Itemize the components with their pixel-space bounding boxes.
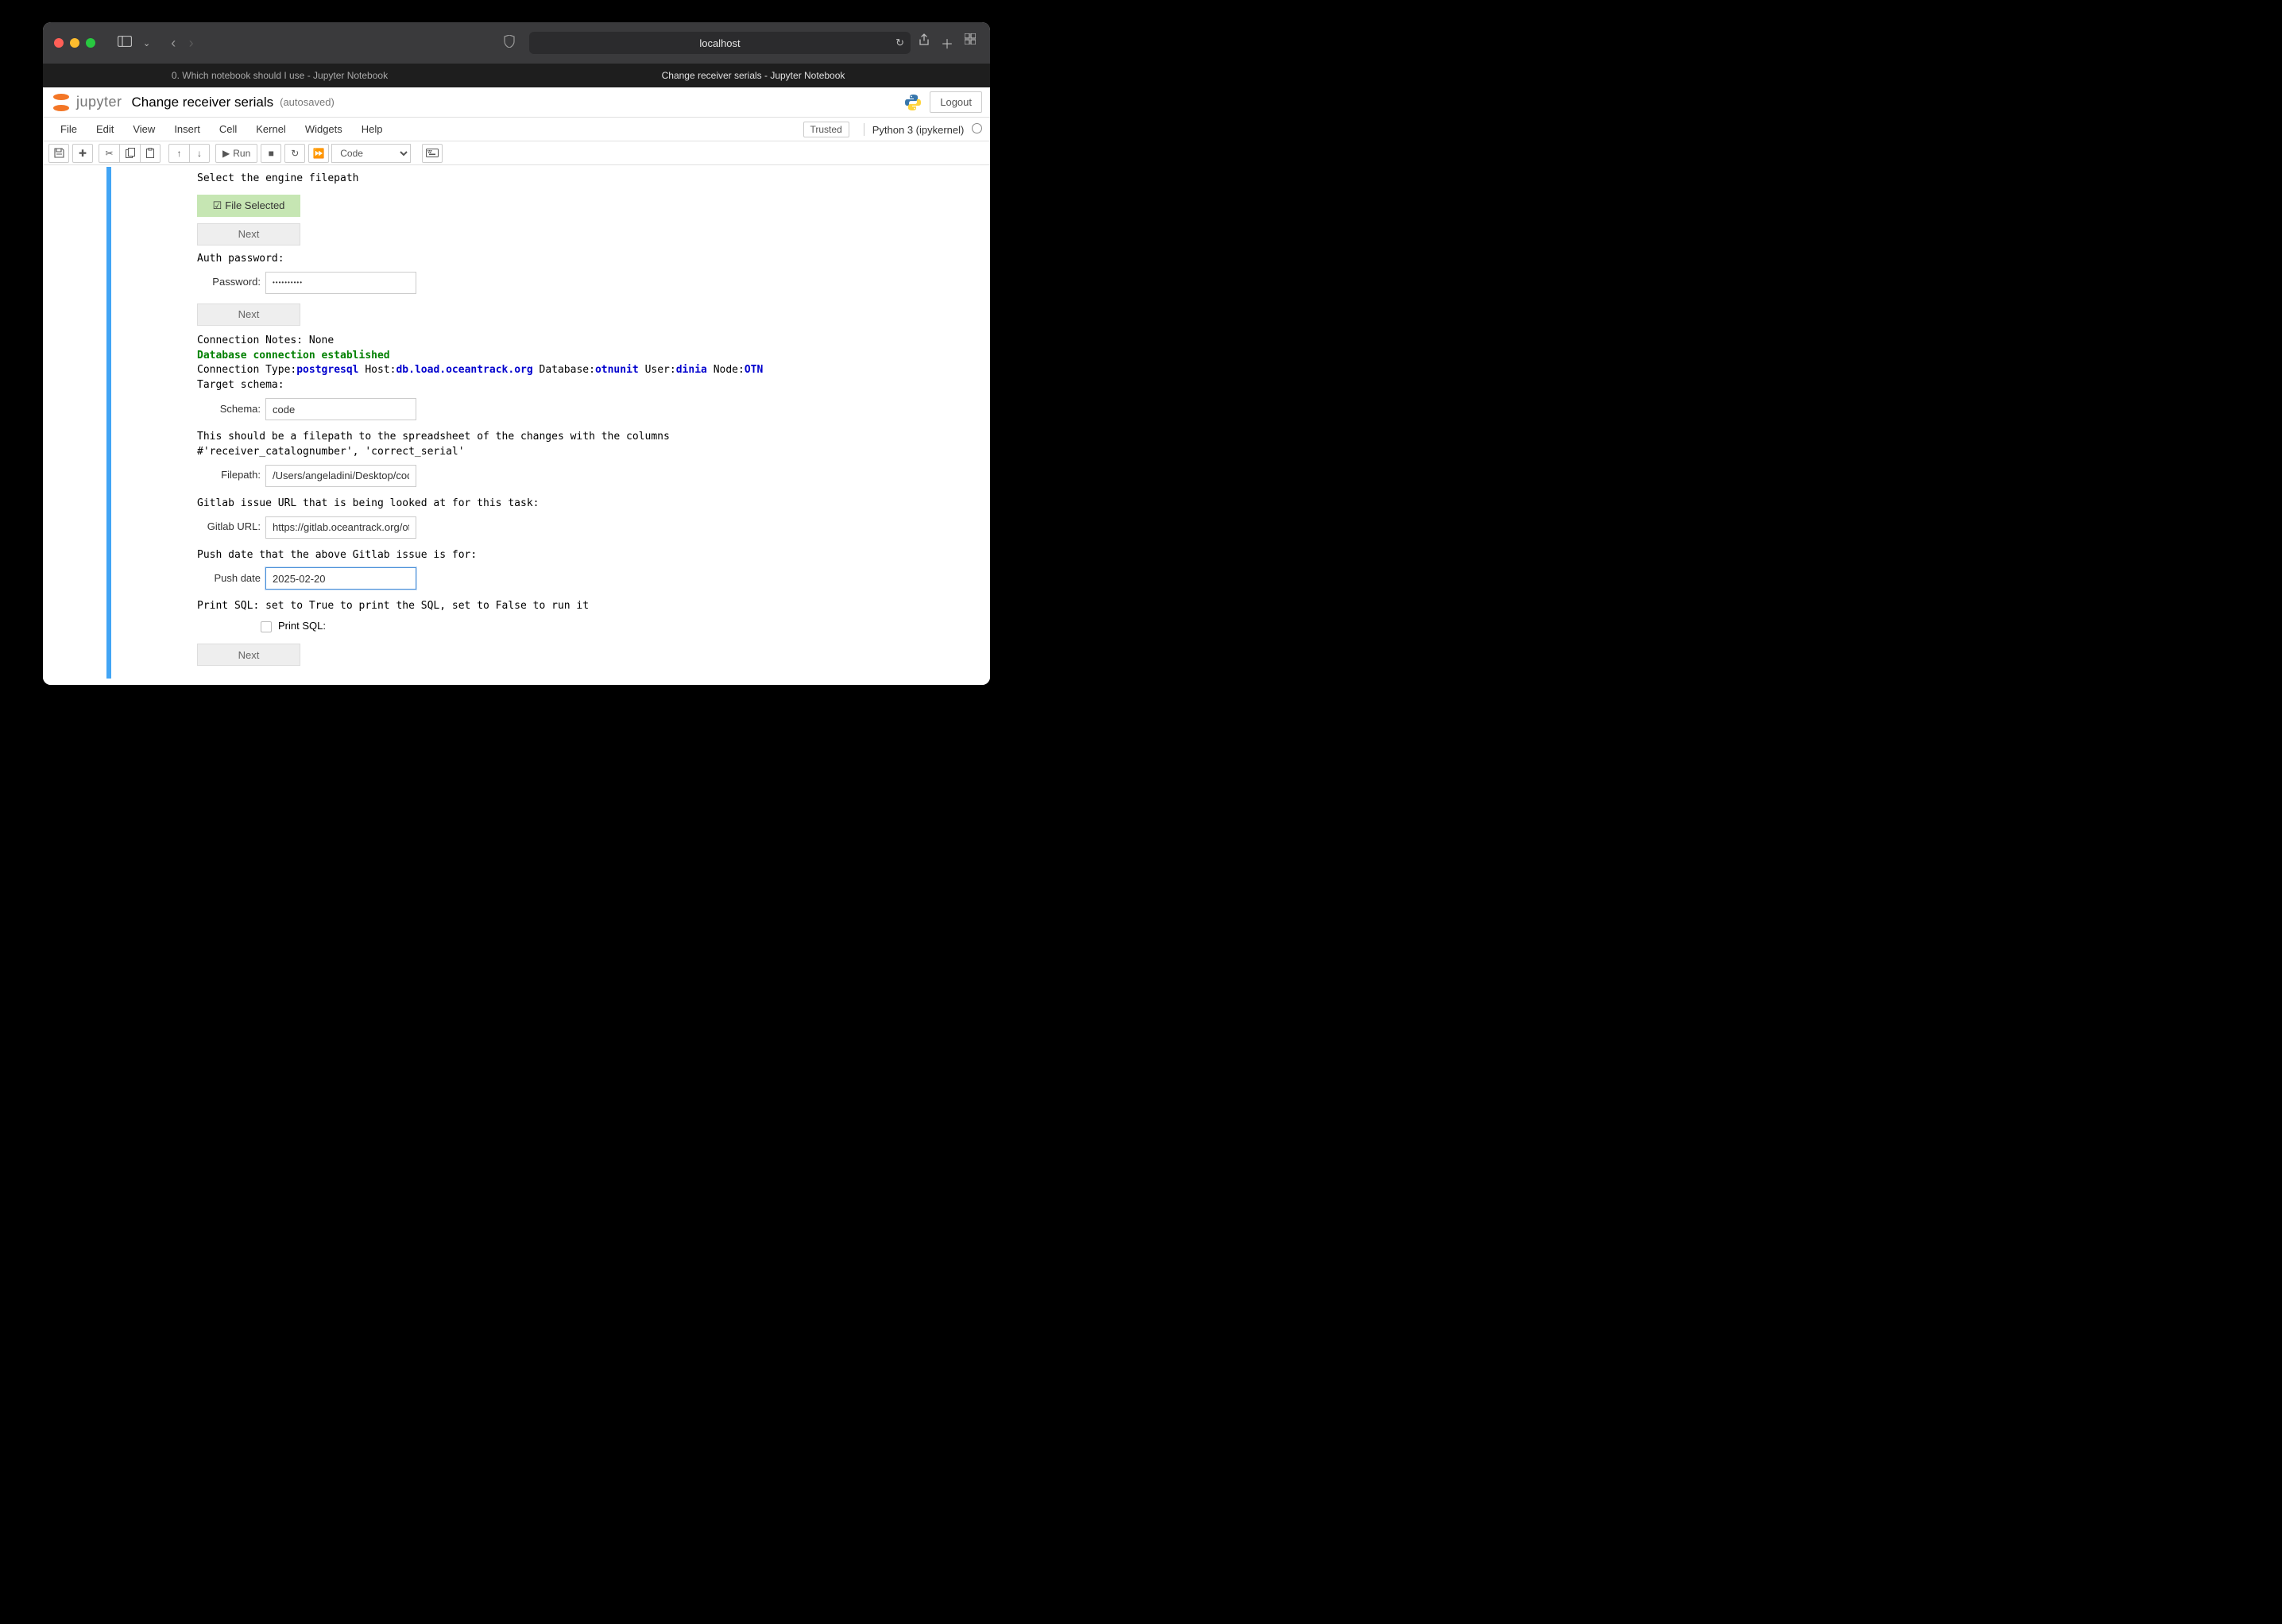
- printsql-checkbox[interactable]: [261, 621, 272, 632]
- browser-tab-0[interactable]: 0. Which notebook should I use - Jupyter…: [43, 64, 516, 87]
- menu-file[interactable]: File: [51, 123, 87, 135]
- kernel-name[interactable]: Python 3 (ipykernel): [864, 123, 982, 136]
- share-icon[interactable]: [919, 33, 930, 52]
- next-button-3[interactable]: Next: [197, 644, 300, 666]
- restart-run-all-button[interactable]: ⏩: [308, 144, 329, 163]
- url-bar[interactable]: localhost ↻: [529, 32, 911, 54]
- interrupt-button[interactable]: ■: [261, 144, 281, 163]
- pushdate-input[interactable]: [265, 567, 416, 590]
- python-logo-icon: [904, 94, 922, 111]
- browser-window: ⌄ ‹ › localhost ↻ ＋ 0. Which notebook sh…: [43, 22, 990, 685]
- engine-filepath-label: Select the engine filepath: [197, 172, 958, 187]
- move-up-button[interactable]: ↑: [168, 144, 189, 163]
- gitlab-field-label: Gitlab URL:: [197, 520, 261, 535]
- filepath-desc-1: This should be a filepath to the spreads…: [197, 430, 958, 445]
- toolbar: ✚ ✂ ↑ ↓ ▶ Run ■ ↻ ⏩ Code: [43, 141, 990, 165]
- auth-password-label: Auth password:: [197, 252, 958, 267]
- logout-button[interactable]: Logout: [930, 91, 982, 113]
- gitlab-desc: Gitlab issue URL that is being looked at…: [197, 497, 958, 512]
- kernel-indicator-icon: [972, 123, 982, 133]
- filepath-field-label: Filepath:: [197, 468, 261, 483]
- schema-field-label: Schema:: [197, 402, 261, 417]
- refresh-icon[interactable]: ↻: [895, 37, 904, 49]
- autosave-status: (autosaved): [280, 96, 335, 108]
- cut-button[interactable]: ✂: [99, 144, 119, 163]
- back-button[interactable]: ‹: [166, 35, 180, 51]
- password-input[interactable]: [265, 272, 416, 294]
- connection-details: Connection Type:postgresql Host:db.load.…: [197, 363, 958, 378]
- jupyter-logo[interactable]: jupyter: [51, 92, 122, 113]
- save-button[interactable]: [48, 144, 69, 163]
- menu-insert[interactable]: Insert: [164, 123, 210, 135]
- cell-output: Select the engine filepath ☑ File Select…: [118, 167, 990, 679]
- notebook-title[interactable]: Change receiver serials: [132, 95, 274, 110]
- schema-input[interactable]: [265, 398, 416, 420]
- insert-cell-button[interactable]: ✚: [72, 144, 93, 163]
- menu-view[interactable]: View: [123, 123, 164, 135]
- restart-button[interactable]: ↻: [284, 144, 305, 163]
- cell: Select the engine filepath ☑ File Select…: [43, 167, 990, 679]
- tabs-overview-icon[interactable]: [965, 33, 976, 52]
- next-button-2[interactable]: Next: [197, 304, 300, 326]
- menubar: File Edit View Insert Cell Kernel Widget…: [43, 118, 990, 141]
- forward-button[interactable]: ›: [184, 35, 199, 51]
- new-tab-icon[interactable]: ＋: [941, 33, 953, 52]
- move-down-button[interactable]: ↓: [189, 144, 210, 163]
- copy-button[interactable]: [119, 144, 140, 163]
- minimize-window-button[interactable]: [70, 38, 79, 48]
- sidebar-icon[interactable]: [114, 34, 135, 52]
- menu-help[interactable]: Help: [352, 123, 393, 135]
- celltype-select[interactable]: Code: [331, 144, 411, 163]
- trusted-badge[interactable]: Trusted: [803, 122, 849, 137]
- target-schema-label: Target schema:: [197, 378, 958, 393]
- titlebar-right: ＋: [919, 33, 979, 52]
- url-text: localhost: [699, 37, 740, 49]
- chevron-down-icon[interactable]: ⌄: [140, 37, 153, 50]
- notebook-area: Select the engine filepath ☑ File Select…: [43, 165, 990, 685]
- close-window-button[interactable]: [54, 38, 64, 48]
- printsql-desc: Print SQL: set to True to print the SQL,…: [197, 599, 958, 614]
- connection-notes: Connection Notes: None: [197, 334, 958, 349]
- maximize-window-button[interactable]: [86, 38, 95, 48]
- run-button[interactable]: ▶ Run: [215, 144, 257, 163]
- menu-widgets[interactable]: Widgets: [296, 123, 352, 135]
- next-button-1[interactable]: Next: [197, 223, 300, 246]
- filepath-input[interactable]: [265, 465, 416, 487]
- jupyter-header: jupyter Change receiver serials (autosav…: [43, 87, 990, 118]
- browser-tabbar: 0. Which notebook should I use - Jupyter…: [43, 64, 990, 87]
- connection-established: Database connection established: [197, 349, 958, 364]
- printsql-field-label: Print SQL:: [278, 619, 326, 634]
- file-selected-button[interactable]: ☑ File Selected: [197, 195, 300, 217]
- nav-buttons: ‹ ›: [166, 35, 198, 52]
- titlebar: ⌄ ‹ › localhost ↻ ＋: [43, 22, 990, 64]
- window-controls: [54, 38, 95, 48]
- cell-selection-bar[interactable]: [106, 167, 111, 679]
- pushdate-field-label: Push date: [197, 571, 261, 586]
- sidebar-toggle-group: ⌄: [114, 34, 153, 52]
- browser-tab-1[interactable]: Change receiver serials - Jupyter Notebo…: [516, 64, 990, 87]
- filepath-desc-2: #'receiver_catalognumber', 'correct_seri…: [197, 445, 958, 460]
- jupyter-logo-icon: [51, 92, 72, 113]
- gitlab-url-input[interactable]: [265, 516, 416, 539]
- shield-icon[interactable]: [501, 33, 518, 53]
- paste-button[interactable]: [140, 144, 161, 163]
- password-field-label: Password:: [197, 275, 261, 290]
- menu-kernel[interactable]: Kernel: [246, 123, 296, 135]
- pushdate-desc: Push date that the above Gitlab issue is…: [197, 548, 958, 563]
- menu-cell[interactable]: Cell: [210, 123, 246, 135]
- command-palette-button[interactable]: [422, 144, 443, 163]
- menu-edit[interactable]: Edit: [87, 123, 123, 135]
